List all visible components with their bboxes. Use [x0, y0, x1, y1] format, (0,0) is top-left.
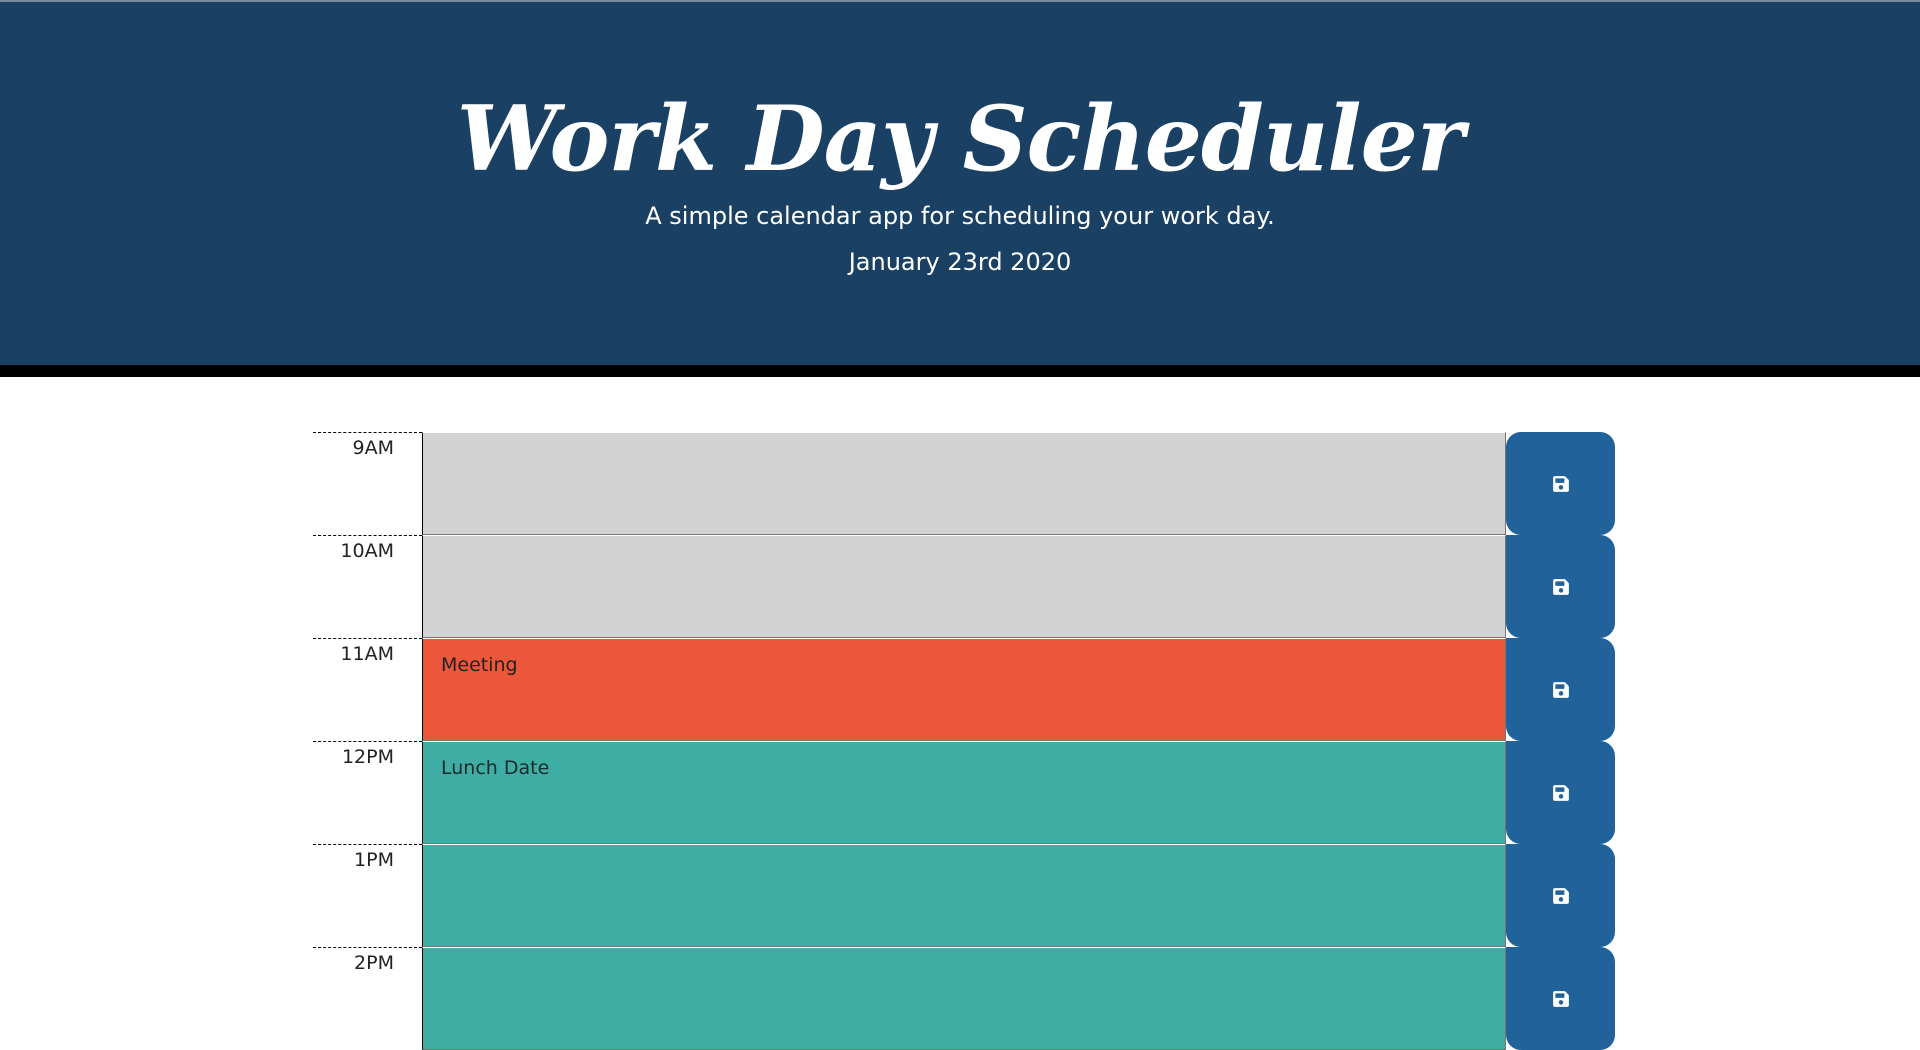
save-icon [1552, 887, 1569, 904]
event-description-input[interactable] [422, 947, 1506, 1050]
event-description-input[interactable]: Meeting [422, 638, 1506, 741]
save-button[interactable] [1506, 741, 1615, 844]
time-block-1pm: 1PM [313, 844, 1615, 947]
time-block-9am: 9AM [313, 432, 1615, 535]
timeblock-container: 9AM 10AM 11AM Meeting 12PM Lunch Date 1P… [313, 432, 1615, 1050]
save-icon [1552, 475, 1569, 492]
hour-label: 12PM [313, 741, 422, 844]
hour-label: 10AM [313, 535, 422, 638]
event-description-input[interactable] [422, 844, 1506, 947]
current-day: January 23rd 2020 [848, 248, 1072, 276]
hour-label: 1PM [313, 844, 422, 947]
event-description-input[interactable] [422, 535, 1506, 638]
save-button[interactable] [1506, 638, 1615, 741]
save-button[interactable] [1506, 844, 1615, 947]
save-button[interactable] [1506, 947, 1615, 1050]
save-button[interactable] [1506, 535, 1615, 638]
time-block-12pm: 12PM Lunch Date [313, 741, 1615, 844]
save-button[interactable] [1506, 432, 1615, 535]
time-block-10am: 10AM [313, 535, 1615, 638]
header: Work Day Scheduler A simple calendar app… [0, 2, 1920, 377]
time-block-2pm: 2PM [313, 947, 1615, 1050]
save-icon [1552, 578, 1569, 595]
save-icon [1552, 990, 1569, 1007]
hour-label: 11AM [313, 638, 422, 741]
event-description-input[interactable] [422, 432, 1506, 535]
save-icon [1552, 681, 1569, 698]
save-icon [1552, 784, 1569, 801]
page-title: Work Day Scheduler [456, 86, 1465, 192]
hour-label: 9AM [313, 432, 422, 535]
page-subtitle: A simple calendar app for scheduling you… [645, 202, 1275, 230]
time-block-11am: 11AM Meeting [313, 638, 1615, 741]
hour-label: 2PM [313, 947, 422, 1050]
event-description-input[interactable]: Lunch Date [422, 741, 1506, 844]
